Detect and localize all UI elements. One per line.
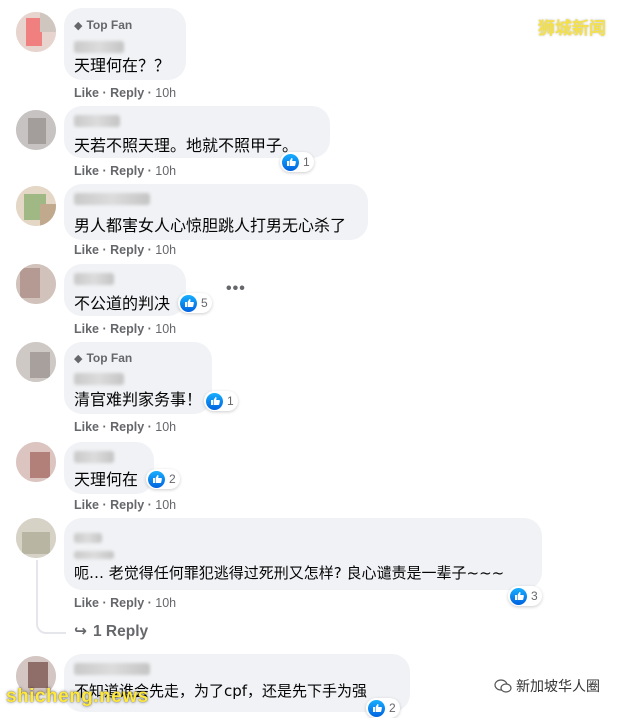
reaction-count[interactable]: 3 [508,586,542,606]
avatar[interactable] [16,264,56,304]
avatar[interactable] [16,518,56,558]
reply-arrow-icon: ↪ [74,623,87,640]
timestamp[interactable]: 10h [155,498,176,512]
comment-actions: Like · Reply · 10h [74,243,177,257]
reply-link[interactable]: Reply [110,243,144,257]
comment-text: 天理何在？？ [74,56,171,75]
comment-actions: Like · Reply · 10h [74,86,177,100]
commenter-name[interactable] [74,114,120,132]
reaction-count[interactable]: 1 [204,391,238,411]
view-replies-link[interactable]: ↪ 1 Reply [74,622,148,641]
comment-text: 天理何在 [74,470,139,489]
avatar[interactable] [16,186,56,226]
top-fan-badge: ◆ Top Fan [74,18,133,32]
like-link[interactable]: Like [74,86,99,100]
like-link[interactable]: Like [74,322,99,336]
comment-text: 天若不照天理。地就不照甲子。 [74,136,299,155]
comment-actions: Like · Reply · 10h [74,322,177,336]
reaction-count[interactable]: 5 [178,293,212,313]
like-link[interactable]: Like [74,164,99,178]
like-link[interactable]: Like [74,498,99,512]
avatar[interactable] [16,442,56,482]
commenter-name[interactable] [74,662,150,680]
thumbs-up-icon [206,392,223,410]
timestamp[interactable]: 10h [155,86,176,100]
timestamp[interactable]: 10h [155,420,176,434]
like-link[interactable]: Like [74,420,99,434]
diamond-icon: ◆ [74,352,83,365]
diamond-icon: ◆ [74,19,83,32]
comment-actions: Like · Reply · 10h [74,164,177,178]
comment-text: 不公道的判决 [74,294,171,313]
reaction-count[interactable]: 2 [146,469,180,489]
watermark-top: 狮城新闻 [538,19,606,39]
reply-link[interactable]: Reply [110,86,144,100]
reply-link[interactable]: Reply [110,498,144,512]
avatar[interactable] [16,12,56,52]
thread-line [36,560,66,634]
thumbs-up-icon [180,294,197,312]
thumbs-up-icon [368,699,385,717]
avatar[interactable] [16,342,56,382]
top-fan-badge: ◆ Top Fan [74,351,133,365]
commenter-name[interactable] [74,272,114,290]
timestamp[interactable]: 10h [155,596,176,610]
reaction-count[interactable]: 1 [280,152,314,172]
comment-actions: Like · Reply · 10h [74,596,177,610]
like-link[interactable]: Like [74,243,99,257]
comment-text: 清官难判家务事！ [74,390,203,409]
thumbs-up-icon [148,470,165,488]
timestamp[interactable]: 10h [155,164,176,178]
watermark-bottom-left: shicheng.news [6,686,149,707]
avatar[interactable] [16,110,56,150]
reaction-count[interactable]: 2 [366,698,400,718]
reply-link[interactable]: Reply [110,596,144,610]
reply-link[interactable]: Reply [110,420,144,434]
comment-text: 呃… 老觉得任何罪犯逃得过死刑又怎样? 良心谴责是一辈子~~~ [74,564,505,582]
timestamp[interactable]: 10h [155,322,176,336]
watermark-bottom-right: 新加坡华人圈 [494,676,600,696]
commenter-name[interactable] [74,192,150,210]
more-options-icon[interactable]: ••• [226,280,246,298]
like-link[interactable]: Like [74,596,99,610]
reply-link[interactable]: Reply [110,322,144,336]
wechat-icon [494,679,512,693]
comment-actions: Like · Reply · 10h [74,420,177,434]
reply-link[interactable]: Reply [110,164,144,178]
timestamp[interactable]: 10h [155,243,176,257]
thumbs-up-icon [510,587,527,605]
comment-text: 男人都害女人心惊胆跳人打男无心杀了 [74,216,347,235]
thumbs-up-icon [282,153,299,171]
comment-actions: Like · Reply · 10h [74,498,177,512]
